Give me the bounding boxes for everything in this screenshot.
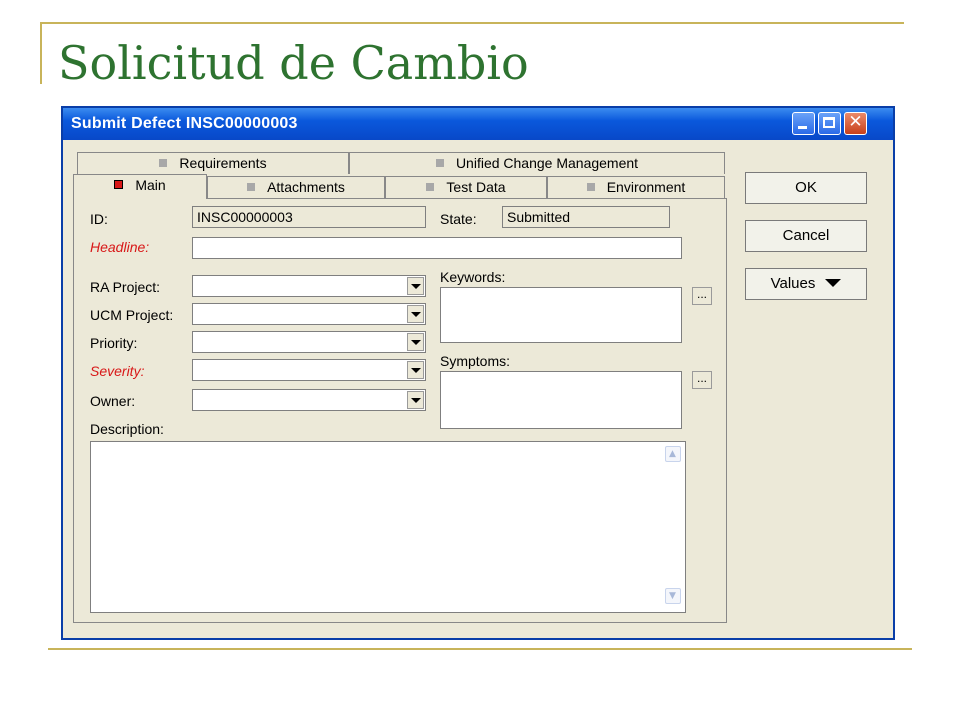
submit-defect-window: Submit Defect INSC00000003 ✕ Requirement…	[61, 106, 895, 640]
state-label: State:	[440, 211, 477, 227]
owner-label: Owner:	[90, 393, 136, 409]
keywords-browse-button[interactable]: ...	[692, 287, 712, 305]
symptoms-label: Symptoms:	[440, 353, 511, 369]
keywords-box[interactable]	[440, 287, 682, 343]
ra-project-select[interactable]	[192, 275, 426, 297]
tab-status-icon	[426, 183, 435, 191]
tab-label: Unified Change Management	[455, 155, 639, 171]
close-button[interactable]: ✕	[844, 112, 867, 135]
tab-status-icon	[435, 159, 444, 167]
ucm-project-label: UCM Project:	[90, 307, 174, 323]
triangle-down-icon	[825, 279, 842, 287]
minimize-icon	[793, 113, 814, 134]
headline-input[interactable]	[192, 237, 682, 259]
slide-rule-left	[40, 22, 42, 84]
state-field: Submitted	[502, 206, 670, 228]
chevron-down-icon[interactable]	[407, 361, 424, 379]
scroll-up-icon: ▲	[669, 449, 676, 459]
tab-main[interactable]: Main	[73, 174, 207, 199]
severity-label: Severity:	[90, 363, 145, 379]
severity-select[interactable]	[192, 359, 426, 381]
scroll-down-icon: ▼	[669, 591, 676, 601]
chevron-down-icon[interactable]	[407, 277, 424, 295]
slide-rule-top	[40, 22, 904, 24]
tab-label: Requirements	[179, 155, 267, 171]
tab-test-data[interactable]: Test Data	[385, 176, 547, 198]
priority-label: Priority:	[90, 335, 138, 351]
values-label: Values	[770, 275, 816, 292]
id-field: INSC00000003	[192, 206, 426, 228]
close-icon: ✕	[848, 112, 863, 132]
owner-select[interactable]	[192, 389, 426, 411]
ucm-project-select[interactable]	[192, 303, 426, 325]
window-title: Submit Defect INSC00000003	[71, 115, 298, 132]
values-button[interactable]: Values	[745, 268, 867, 300]
keywords-label: Keywords:	[440, 269, 506, 285]
tab-attachments[interactable]: Attachments	[207, 176, 385, 198]
tab-requirements[interactable]: Requirements	[77, 152, 349, 174]
tab-unified-change-management[interactable]: Unified Change Management	[349, 152, 725, 174]
slide-title: Solicitud de Cambio	[58, 36, 529, 90]
tab-label: Test Data	[446, 179, 506, 195]
scroll-down-button[interactable]: ▼	[665, 588, 681, 604]
chevron-down-icon[interactable]	[407, 391, 424, 409]
priority-select[interactable]	[192, 331, 426, 353]
tab-environment[interactable]: Environment	[547, 176, 725, 198]
tab-active-icon	[114, 180, 124, 189]
title-bar[interactable]: Submit Defect INSC00000003 ✕	[63, 108, 893, 140]
symptoms-browse-button[interactable]: ...	[692, 371, 712, 389]
chevron-down-icon[interactable]	[407, 305, 424, 323]
tab-label: Environment	[606, 179, 686, 195]
tab-status-icon	[586, 183, 595, 191]
tab-status-icon	[247, 183, 256, 191]
tab-label: Attachments	[267, 179, 345, 195]
cancel-button[interactable]: Cancel	[745, 220, 867, 252]
symptoms-box[interactable]	[440, 371, 682, 429]
slide-rule-bottom	[48, 648, 912, 650]
chevron-down-icon[interactable]	[407, 333, 424, 351]
headline-label: Headline:	[90, 239, 150, 255]
description-label: Description:	[90, 421, 164, 437]
maximize-button[interactable]	[818, 112, 841, 135]
main-tab-panel: ID: INSC00000003 State: Submitted Headli…	[73, 198, 727, 623]
ok-button[interactable]: OK	[745, 172, 867, 204]
minimize-button[interactable]	[792, 112, 815, 135]
ra-project-label: RA Project:	[90, 279, 161, 295]
description-textarea[interactable]: ▲ ▼	[90, 441, 686, 613]
maximize-icon	[819, 113, 840, 134]
tab-status-icon	[159, 159, 168, 167]
id-label: ID:	[90, 211, 108, 227]
scroll-up-button[interactable]: ▲	[665, 446, 681, 462]
tab-label: Main	[135, 177, 166, 193]
